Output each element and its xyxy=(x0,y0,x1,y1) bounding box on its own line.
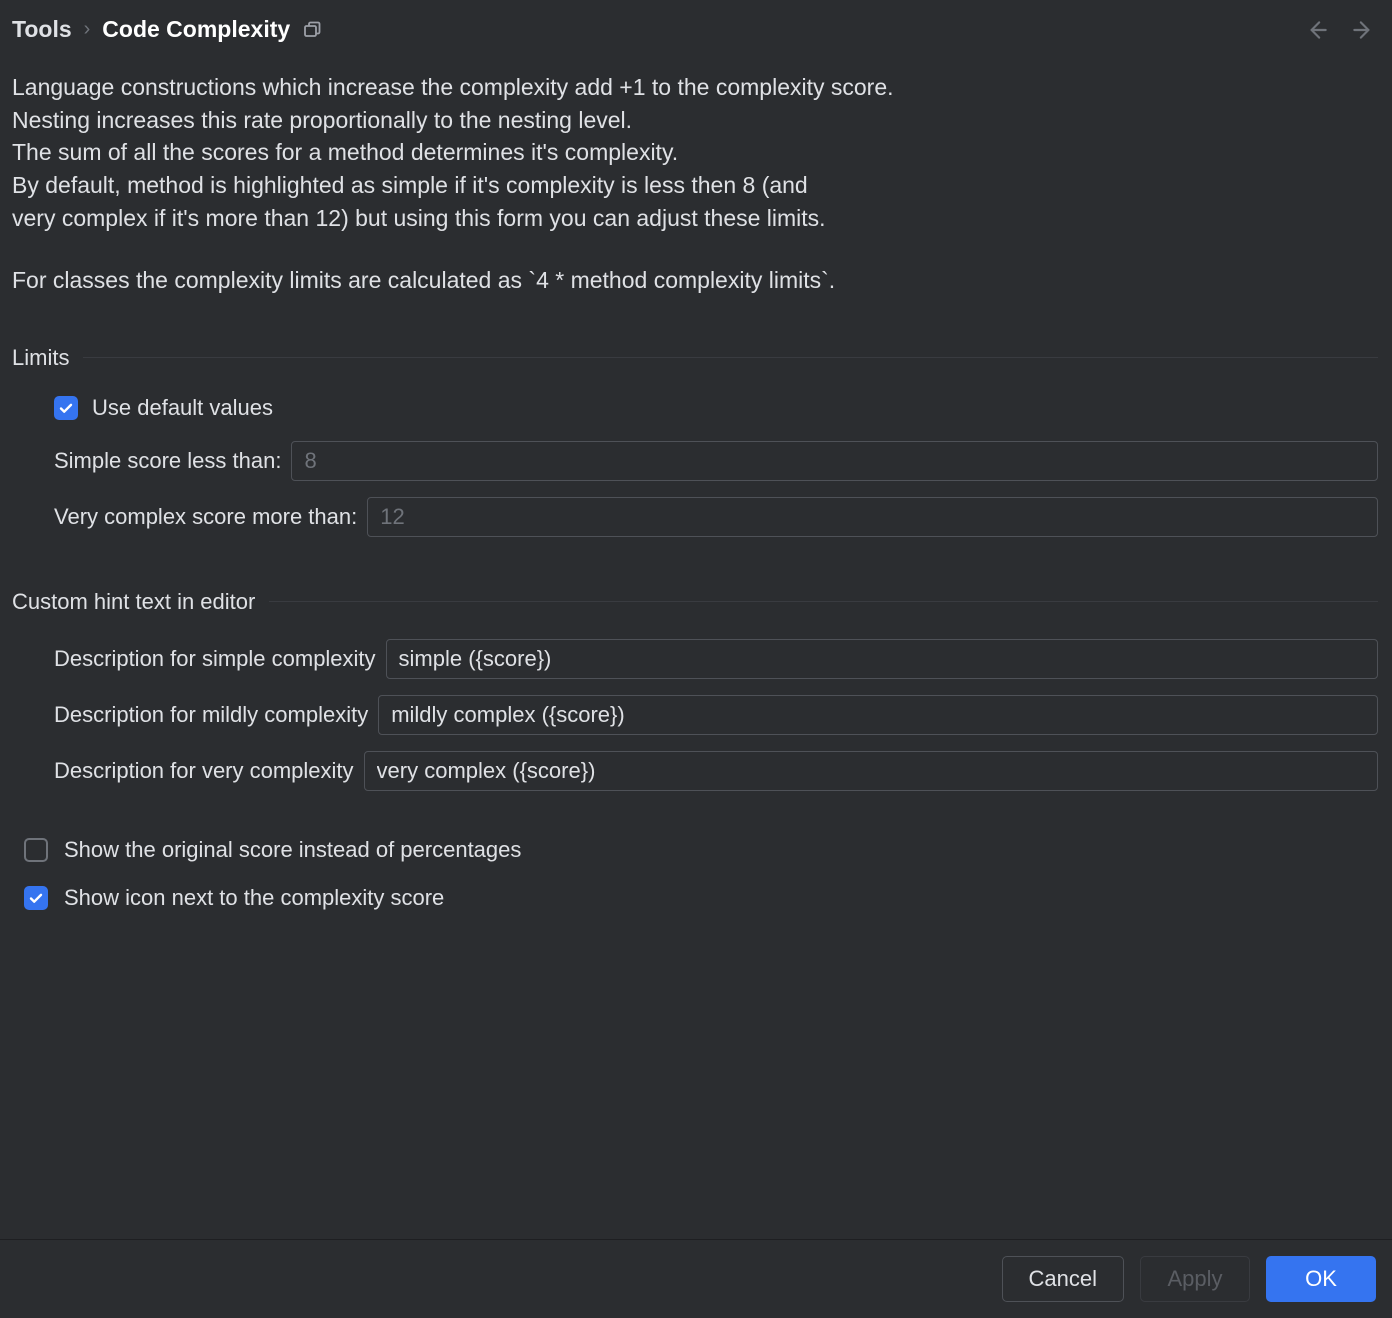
simple-score-row: Simple score less than: xyxy=(54,441,1378,481)
very-desc-row: Description for very complexity xyxy=(54,751,1378,791)
section-limits-header: Limits xyxy=(12,345,1378,371)
checkbox-label: Use default values xyxy=(92,395,273,421)
use-default-values-option[interactable]: Use default values xyxy=(54,395,1378,421)
nav-arrows xyxy=(1304,17,1376,43)
window-restore-icon[interactable] xyxy=(302,20,322,40)
simple-score-input[interactable] xyxy=(291,441,1378,481)
back-arrow-icon[interactable] xyxy=(1304,17,1330,43)
form-label: Description for mildly complexity xyxy=(54,702,368,728)
checkbox-checked-icon[interactable] xyxy=(54,396,78,420)
checkbox-label: Show icon next to the complexity score xyxy=(64,885,444,911)
section-hints-header: Custom hint text in editor xyxy=(12,589,1378,615)
mildly-desc-input[interactable] xyxy=(378,695,1378,735)
dialog-header: Tools › Code Complexity xyxy=(0,0,1392,51)
description-line: very complex if it's more than 12) but u… xyxy=(12,202,1378,235)
breadcrumb-current: Code Complexity xyxy=(102,16,290,43)
checkbox-checked-icon[interactable] xyxy=(24,886,48,910)
very-desc-input[interactable] xyxy=(364,751,1378,791)
description-line: By default, method is highlighted as sim… xyxy=(12,169,1378,202)
checkbox-label: Show the original score instead of perce… xyxy=(64,837,521,863)
forward-arrow-icon[interactable] xyxy=(1350,17,1376,43)
form-label: Description for very complexity xyxy=(54,758,354,784)
very-complex-score-input[interactable] xyxy=(367,497,1378,537)
section-title: Custom hint text in editor xyxy=(12,589,255,615)
dialog-footer: Cancel Apply OK xyxy=(0,1239,1392,1318)
description-line: Language constructions which increase th… xyxy=(12,71,1378,104)
form-label: Very complex score more than: xyxy=(54,504,357,530)
show-icon-option[interactable]: Show icon next to the complexity score xyxy=(12,885,1378,911)
mildly-desc-row: Description for mildly complexity xyxy=(54,695,1378,735)
description-line: The sum of all the scores for a method d… xyxy=(12,136,1378,169)
checkbox-unchecked-icon[interactable] xyxy=(24,838,48,862)
chevron-right-icon: › xyxy=(84,18,91,41)
description-line: For classes the complexity limits are ca… xyxy=(12,264,1378,297)
breadcrumb: Tools › Code Complexity xyxy=(12,16,1294,43)
cancel-button[interactable]: Cancel xyxy=(1002,1256,1124,1302)
apply-button[interactable]: Apply xyxy=(1140,1256,1250,1302)
ok-button[interactable]: OK xyxy=(1266,1256,1376,1302)
breadcrumb-parent[interactable]: Tools xyxy=(12,16,72,43)
description-text: Language constructions which increase th… xyxy=(12,71,1378,297)
description-line: Nesting increases this rate proportional… xyxy=(12,104,1378,137)
section-divider xyxy=(83,357,1378,358)
simple-desc-row: Description for simple complexity xyxy=(54,639,1378,679)
show-original-score-option[interactable]: Show the original score instead of perce… xyxy=(12,837,1378,863)
section-divider xyxy=(269,601,1378,602)
section-title: Limits xyxy=(12,345,69,371)
form-label: Simple score less than: xyxy=(54,448,281,474)
simple-desc-input[interactable] xyxy=(386,639,1378,679)
form-label: Description for simple complexity xyxy=(54,646,376,672)
very-complex-score-row: Very complex score more than: xyxy=(54,497,1378,537)
dialog-content: Language constructions which increase th… xyxy=(0,51,1392,1239)
